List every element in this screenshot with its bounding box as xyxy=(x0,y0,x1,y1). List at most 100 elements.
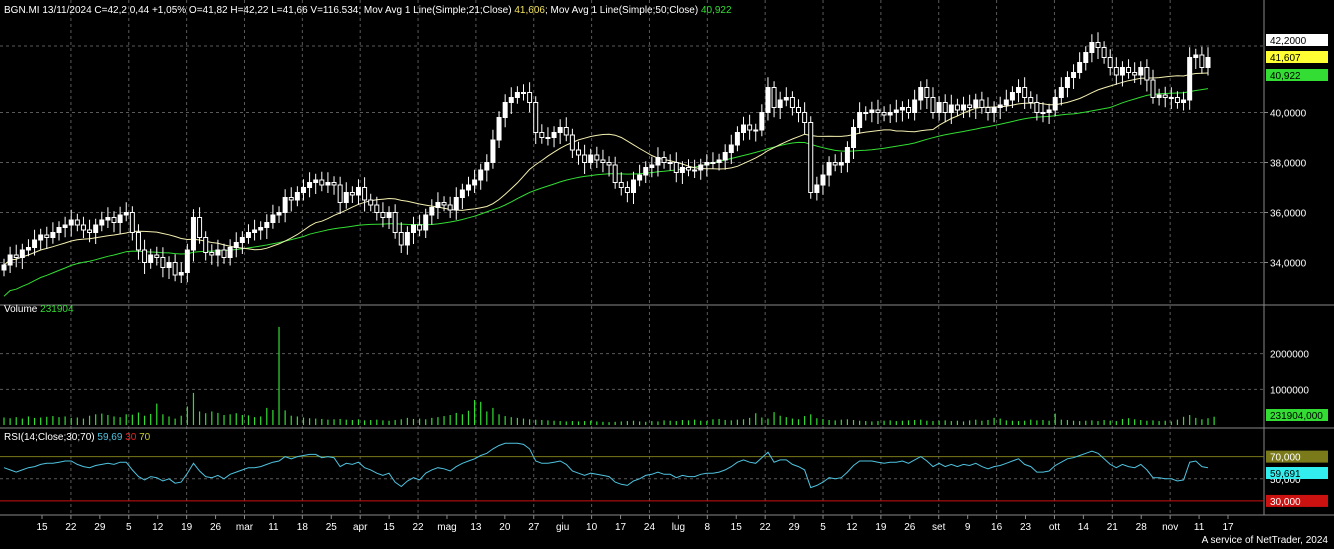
candle-body xyxy=(679,167,685,173)
candle-body xyxy=(869,109,875,113)
candle-body xyxy=(190,217,196,251)
candle-body xyxy=(410,224,416,233)
candle-body xyxy=(661,157,667,163)
volume-bar xyxy=(278,326,280,425)
volume-bar xyxy=(761,417,763,425)
candle-body xyxy=(160,257,166,268)
volume-bar xyxy=(663,420,665,425)
volume-bar xyxy=(241,415,243,425)
candle-body xyxy=(484,162,490,171)
candle-body xyxy=(1174,97,1180,103)
volume-bar xyxy=(27,416,30,425)
date-tick-label: 14 xyxy=(1078,522,1090,533)
candle-body xyxy=(838,162,844,166)
price-axis: 34,0000 36,0000 38,0000 40,0000 1000000 20000… xyxy=(1264,34,1328,508)
volume-bar xyxy=(687,420,690,425)
candle-body xyxy=(148,254,154,263)
volume-bar xyxy=(975,419,977,425)
volume-bar xyxy=(1079,421,1081,425)
date-tick-label: 26 xyxy=(210,522,222,533)
date-tick-label: 10 xyxy=(586,522,598,533)
candle-body xyxy=(533,102,539,133)
candle-body xyxy=(741,124,747,133)
candle-body xyxy=(649,164,655,168)
candle-body xyxy=(331,182,337,186)
candle-body xyxy=(520,92,526,94)
volume-bar xyxy=(443,416,445,425)
volume-bar xyxy=(651,421,653,425)
volume-bar xyxy=(412,418,415,425)
volume-bar xyxy=(871,421,873,425)
candle-body xyxy=(459,189,465,198)
volume-bar xyxy=(1048,420,1050,425)
candle-body xyxy=(844,147,850,163)
candle-body xyxy=(496,117,502,141)
volume-bar xyxy=(162,414,164,425)
date-tick-label: 13 xyxy=(470,522,482,533)
candle-body xyxy=(1071,72,1077,78)
candle-body xyxy=(1095,42,1101,48)
candle-body xyxy=(1028,97,1034,103)
volume-bar xyxy=(516,417,518,425)
candle-body xyxy=(1187,57,1193,101)
rsi-tick-label: 30,000 xyxy=(1270,497,1301,508)
candle-body xyxy=(783,97,789,101)
volume-bar xyxy=(944,420,946,425)
date-tick-label: 27 xyxy=(528,522,540,533)
volume-bar xyxy=(749,417,751,425)
volume-bar xyxy=(1207,418,1209,425)
candle-body xyxy=(1119,67,1125,76)
price-tick-label: 36,0000 xyxy=(1270,209,1307,220)
candle-body xyxy=(698,164,704,171)
candle-body xyxy=(1040,112,1046,114)
candle-body xyxy=(62,224,68,228)
candle-body xyxy=(429,207,435,216)
volume-bar xyxy=(394,420,396,425)
volume-bar xyxy=(125,414,127,425)
volume-bar xyxy=(510,417,512,425)
volume-bar xyxy=(290,415,292,425)
candle-body xyxy=(74,219,80,226)
volume-bar xyxy=(70,417,72,425)
volume-bar xyxy=(1182,416,1185,425)
price-header-text: BGN.MI 13/11/2024 C=42,2 0,44 +1,05% O=4… xyxy=(4,5,512,16)
candle-body xyxy=(209,252,215,256)
volume-header: Volume 231904 xyxy=(4,304,74,315)
candle-body xyxy=(398,232,404,246)
candle-body xyxy=(765,87,771,113)
candle-body xyxy=(551,132,557,138)
candle-body xyxy=(692,169,698,172)
candle-body xyxy=(7,254,13,266)
volume-bar xyxy=(1091,420,1093,425)
volume-bar xyxy=(1036,420,1038,425)
volume-bar xyxy=(425,419,427,425)
volume-bar xyxy=(602,421,604,425)
volume-bar xyxy=(1158,421,1160,425)
date-tick-label: 8 xyxy=(705,522,711,533)
candle-body xyxy=(172,262,178,276)
volume-bars xyxy=(3,326,1215,425)
rsi-label: RSI(14;Close;30;70) xyxy=(4,432,95,443)
volume-bar xyxy=(755,413,757,425)
volume-bar xyxy=(822,418,824,425)
date-tick-label: 5 xyxy=(820,522,826,533)
candle-body xyxy=(252,229,258,233)
candle-body xyxy=(582,154,588,163)
candle-body xyxy=(612,164,618,183)
candle-body xyxy=(233,242,239,248)
ma50-header-text: ; Mov Avg 1 Line(Simple;50;Close) xyxy=(544,5,699,16)
date-tick-label: 19 xyxy=(875,522,887,533)
date-tick-label: 24 xyxy=(644,522,656,533)
date-tick-label: mag xyxy=(437,522,456,533)
volume-bar xyxy=(9,418,11,425)
candle-body xyxy=(386,212,392,218)
date-tick-label: mar xyxy=(236,522,254,533)
volume-bar xyxy=(834,420,836,425)
candle-body xyxy=(863,112,869,114)
volume-bar xyxy=(859,420,861,425)
date-tick-label: 26 xyxy=(904,522,916,533)
date-tick-label: 18 xyxy=(297,522,309,533)
candle-body xyxy=(294,192,300,201)
pane-separators xyxy=(0,0,1334,516)
volume-bar xyxy=(1005,420,1007,425)
